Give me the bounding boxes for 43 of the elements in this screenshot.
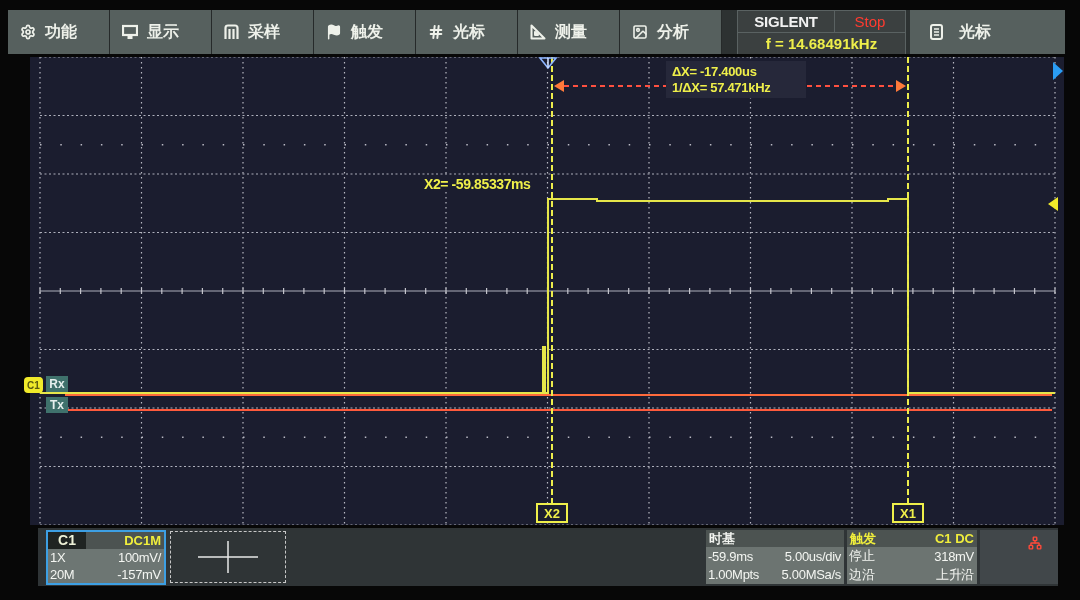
trigger-level-value: 318mV xyxy=(934,548,974,564)
coupling-value: DC1M xyxy=(124,532,161,548)
memory-depth-value: 1.00Mpts xyxy=(708,567,760,583)
trigger-source-value: C1 DC xyxy=(935,531,974,546)
menu-button[interactable]: 采样 xyxy=(212,10,314,54)
delay-value: -59.9ms xyxy=(708,548,753,564)
bandwidth-value: 20M xyxy=(50,566,75,582)
menu-button[interactable]: 功能 xyxy=(8,10,110,54)
menu-button[interactable]: 分析 xyxy=(620,10,722,54)
timebase-panel[interactable]: 时基 -59.9ms 5.00us/div 1.00Mpts 5.00MSa/s xyxy=(706,530,844,584)
image-icon xyxy=(632,24,648,40)
trigger-title: 触发 xyxy=(850,529,876,548)
channel-marker: C1 xyxy=(24,377,43,393)
brand-logo: SIGLENT xyxy=(738,11,834,32)
sample-rate-value: 5.00MSa/s xyxy=(781,567,841,583)
menu-button[interactable]: 触发 xyxy=(314,10,416,54)
trigger-state-value: 停止 xyxy=(849,547,875,566)
menu-title-button[interactable]: 光标 xyxy=(910,10,1065,54)
trigger-slope-value: 上升沿 xyxy=(935,565,974,584)
frequency-readout: f = 14.68491kHz xyxy=(738,33,905,54)
list-icon xyxy=(930,24,943,40)
menu-button[interactable]: 显示 xyxy=(110,10,212,54)
menu-button[interactable]: 光标 xyxy=(416,10,518,54)
flag-icon xyxy=(326,24,342,40)
run-state[interactable]: Stop xyxy=(835,11,905,32)
time-scale-value: 5.00us/div xyxy=(784,548,841,564)
gear-icon xyxy=(20,24,36,40)
channel-name: C1 xyxy=(48,531,86,549)
hash-icon xyxy=(428,24,444,40)
offset-value: -157mV xyxy=(117,566,161,582)
ruler-icon xyxy=(530,24,546,40)
monitor-icon xyxy=(122,24,138,40)
vertical-scale-value: 100mV/ xyxy=(118,549,161,565)
add-channel-button[interactable] xyxy=(170,531,286,583)
plus-icon xyxy=(198,541,258,573)
network-icon xyxy=(1028,536,1042,550)
trigger-panel[interactable]: 触发 C1 DC 停止 318mV 边沿 上升沿 xyxy=(847,530,977,584)
probe-value: 1X xyxy=(50,549,66,565)
menu-button[interactable]: 测量 xyxy=(518,10,620,54)
timebase-title: 时基 xyxy=(709,529,735,548)
trigger-type-value: 边沿 xyxy=(849,565,875,584)
sampling-icon xyxy=(224,24,239,40)
channel-panel[interactable]: C1 DC1M 1X 100mV/ 20M -157mV xyxy=(46,529,166,585)
